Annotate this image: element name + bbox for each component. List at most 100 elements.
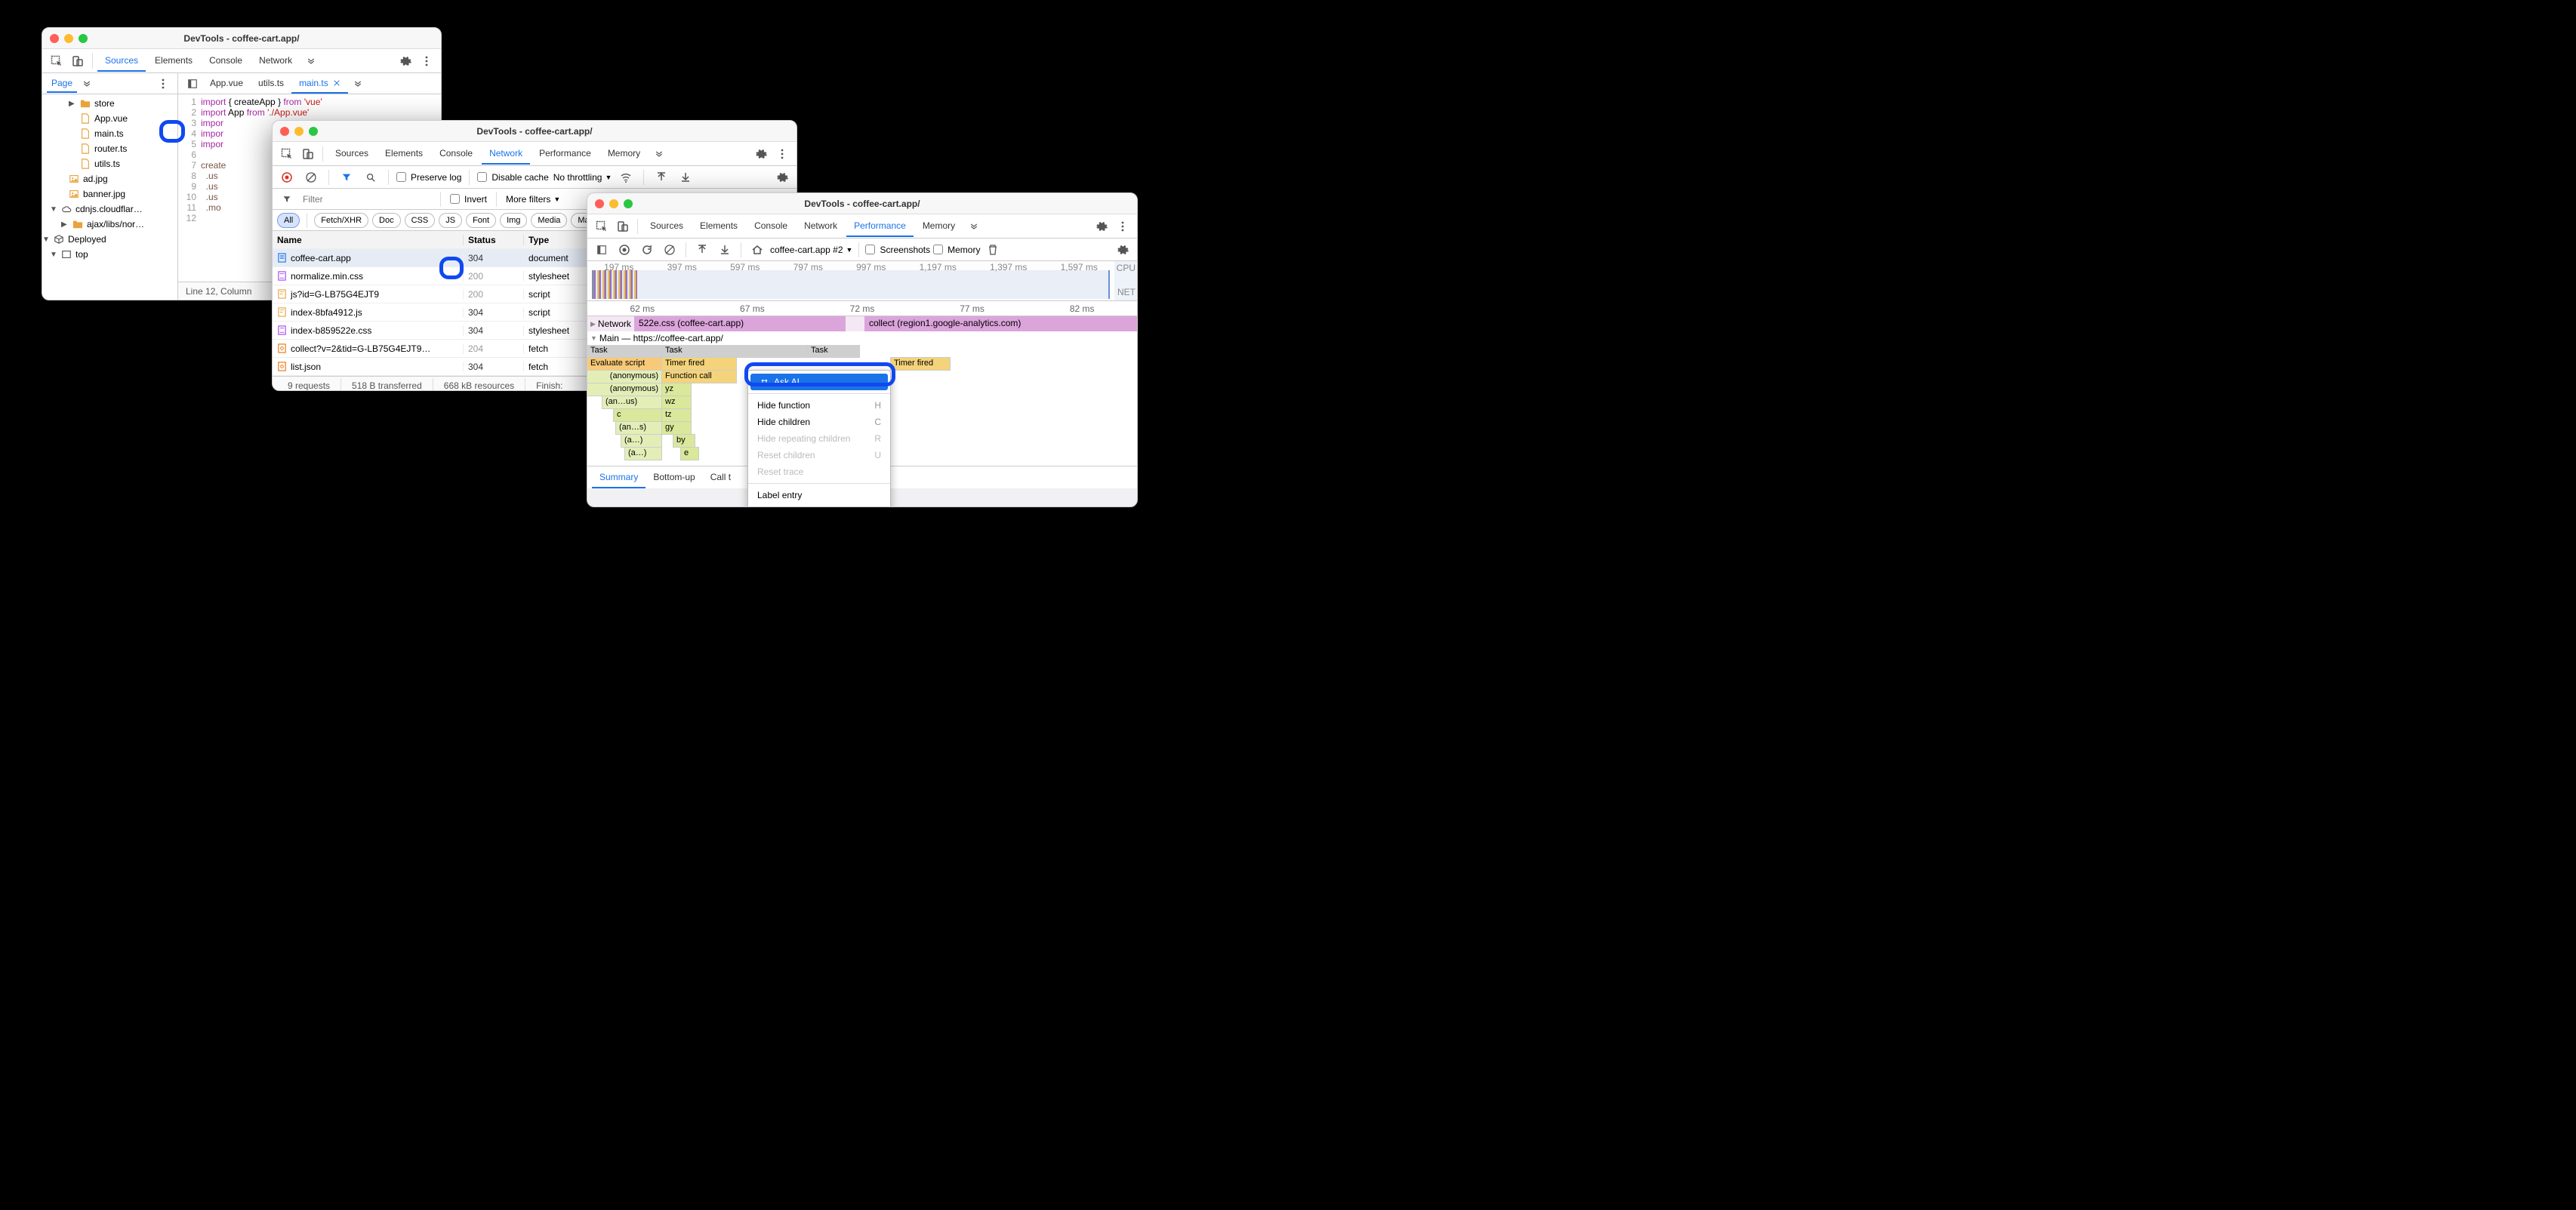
network-header[interactable]: Network bbox=[598, 319, 631, 329]
home-icon[interactable] bbox=[747, 240, 767, 260]
tree-folder[interactable]: ajax/libs/nor… bbox=[87, 219, 144, 229]
minimize-window-icon[interactable] bbox=[64, 34, 73, 43]
sidebar-tab-page[interactable]: Page bbox=[47, 75, 77, 93]
filter-pill-all[interactable]: All bbox=[277, 213, 300, 228]
tree-file[interactable]: router.ts bbox=[94, 143, 127, 154]
download-icon[interactable] bbox=[715, 240, 735, 260]
tree-folder[interactable]: store bbox=[94, 98, 115, 109]
more-filters-select[interactable]: More filters▼ bbox=[506, 194, 560, 205]
inspect-icon[interactable] bbox=[47, 51, 66, 71]
tab-memory[interactable]: Memory bbox=[600, 143, 648, 165]
record-icon[interactable] bbox=[277, 168, 297, 187]
toggle-panel-icon[interactable] bbox=[592, 240, 612, 260]
toggle-panel-icon[interactable] bbox=[183, 74, 202, 94]
ctx-ask-ai[interactable]: Ask AI bbox=[750, 374, 888, 390]
device-toggle-icon[interactable] bbox=[298, 144, 318, 164]
device-toggle-icon[interactable] bbox=[68, 51, 88, 71]
network-conditions-icon[interactable] bbox=[616, 168, 636, 187]
download-icon[interactable] bbox=[676, 168, 695, 187]
tree-file[interactable]: utils.ts bbox=[94, 159, 120, 169]
clear-icon[interactable] bbox=[660, 240, 679, 260]
maximize-window-icon[interactable] bbox=[79, 34, 88, 43]
settings-icon[interactable] bbox=[1113, 240, 1132, 260]
ctx-link-entries[interactable]: Link entries bbox=[748, 503, 890, 507]
filter-pill[interactable]: Img bbox=[500, 213, 527, 228]
device-toggle-icon[interactable] bbox=[613, 217, 633, 236]
settings-icon[interactable] bbox=[1092, 217, 1111, 236]
maximize-window-icon[interactable] bbox=[309, 127, 318, 136]
screenshots-checkbox[interactable]: Screenshots bbox=[865, 245, 930, 255]
tab-console[interactable]: Console bbox=[432, 143, 480, 165]
settings-icon[interactable] bbox=[772, 168, 792, 187]
tab-network[interactable]: Network bbox=[797, 216, 845, 237]
bottom-tab-summary[interactable]: Summary bbox=[592, 467, 646, 488]
more-icon[interactable] bbox=[417, 51, 436, 71]
col-status[interactable]: Status bbox=[463, 235, 523, 245]
more-icon[interactable] bbox=[772, 144, 792, 164]
tree-file[interactable]: banner.jpg bbox=[83, 189, 125, 199]
col-name[interactable]: Name bbox=[273, 235, 463, 245]
file-tab[interactable]: App.vue bbox=[202, 74, 251, 94]
tab-network[interactable]: Network bbox=[251, 51, 300, 72]
tree-folder[interactable]: cdnjs.cloudflar… bbox=[75, 204, 143, 214]
tree-file[interactable]: ad.jpg bbox=[83, 174, 108, 184]
more-sidebar-tabs-icon[interactable] bbox=[77, 74, 97, 94]
recording-select[interactable]: coffee-cart.app #2▼ bbox=[770, 245, 852, 255]
tab-sources[interactable]: Sources bbox=[97, 51, 146, 72]
tab-memory[interactable]: Memory bbox=[915, 216, 963, 237]
filter-pill[interactable]: Media bbox=[531, 213, 567, 228]
bottom-tab-bottomup[interactable]: Bottom-up bbox=[646, 467, 702, 488]
throttling-select[interactable]: No throttling▼ bbox=[553, 172, 612, 183]
upload-icon[interactable] bbox=[692, 240, 712, 260]
clear-icon[interactable] bbox=[301, 168, 321, 187]
inspect-icon[interactable] bbox=[277, 144, 297, 164]
tab-sources[interactable]: Sources bbox=[642, 216, 691, 237]
tab-elements[interactable]: Elements bbox=[147, 51, 200, 72]
more-tabs-icon[interactable] bbox=[649, 144, 669, 164]
minimize-window-icon[interactable] bbox=[294, 127, 304, 136]
trash-icon[interactable] bbox=[983, 240, 1003, 260]
tree-file[interactable]: App.vue bbox=[94, 113, 128, 124]
network-entry[interactable]: collect (region1.google-analytics.com) bbox=[864, 316, 1137, 331]
tab-console[interactable]: Console bbox=[202, 51, 250, 72]
filter-pill[interactable]: JS bbox=[439, 213, 462, 228]
disable-cache-checkbox[interactable]: Disable cache bbox=[477, 172, 548, 183]
tab-console[interactable]: Console bbox=[747, 216, 795, 237]
file-tab[interactable]: utils.ts bbox=[251, 74, 291, 94]
tab-elements[interactable]: Elements bbox=[377, 143, 430, 165]
more-tabs-icon[interactable] bbox=[964, 217, 984, 236]
tab-performance[interactable]: Performance bbox=[846, 216, 914, 237]
close-window-icon[interactable] bbox=[595, 199, 604, 208]
file-tab[interactable]: main.ts bbox=[291, 74, 348, 94]
filter-pill[interactable]: CSS bbox=[405, 213, 436, 228]
reload-icon[interactable] bbox=[637, 240, 657, 260]
settings-icon[interactable] bbox=[396, 51, 415, 71]
minimize-window-icon[interactable] bbox=[609, 199, 618, 208]
tab-performance[interactable]: Performance bbox=[532, 143, 599, 165]
close-window-icon[interactable] bbox=[50, 34, 59, 43]
filter-pill[interactable]: Doc bbox=[372, 213, 401, 228]
tab-network[interactable]: Network bbox=[482, 143, 530, 165]
record-icon[interactable] bbox=[615, 240, 634, 260]
invert-checkbox[interactable]: Invert bbox=[450, 194, 487, 205]
upload-icon[interactable] bbox=[652, 168, 671, 187]
ctx-label-entry[interactable]: Label entry bbox=[748, 487, 890, 503]
ctx-hide-function[interactable]: Hide functionH bbox=[748, 397, 890, 414]
more-tabs-icon[interactable] bbox=[301, 51, 321, 71]
close-window-icon[interactable] bbox=[280, 127, 289, 136]
close-icon[interactable] bbox=[333, 79, 340, 87]
main-header[interactable]: Main — https://coffee-cart.app/ bbox=[599, 333, 723, 343]
memory-checkbox[interactable]: Memory bbox=[933, 245, 980, 255]
preserve-log-checkbox[interactable]: Preserve log bbox=[396, 172, 461, 183]
more-icon[interactable] bbox=[1113, 217, 1132, 236]
ctx-hide-children[interactable]: Hide childrenC bbox=[748, 414, 890, 430]
overview-timeline[interactable]: 197 ms397 ms597 ms797 ms997 ms1,197 ms1,… bbox=[587, 261, 1114, 300]
tree-folder[interactable]: Deployed bbox=[68, 234, 106, 245]
network-entry[interactable]: 522e.css (coffee-cart.app) bbox=[634, 316, 846, 331]
filter-pill[interactable]: Fetch/XHR bbox=[314, 213, 368, 228]
settings-icon[interactable] bbox=[751, 144, 771, 164]
search-icon[interactable] bbox=[361, 168, 381, 187]
more-icon[interactable] bbox=[153, 74, 173, 94]
tree-file[interactable]: main.ts bbox=[94, 128, 124, 139]
filter-pill[interactable]: Font bbox=[466, 213, 496, 228]
